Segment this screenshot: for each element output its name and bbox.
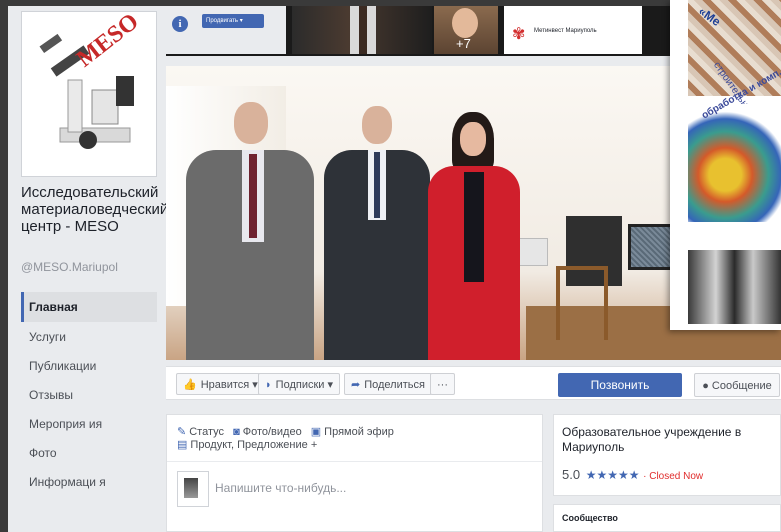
photo-label: Фото/видео: [242, 426, 302, 438]
tab-status[interactable]: ✎ Статус: [177, 425, 224, 438]
page-handle[interactable]: @MESO.Mariupol: [21, 260, 118, 274]
message-icon: ●: [702, 380, 712, 392]
live-label: Прямой эфир: [324, 426, 394, 438]
promote-button[interactable]: Продвигать ▾: [202, 14, 264, 28]
person-head: [234, 102, 268, 144]
info-icon[interactable]: i: [172, 16, 188, 32]
share-button[interactable]: ➦ Поделиться: [344, 373, 432, 395]
person-head: [460, 122, 486, 156]
product-icon: ▤: [177, 439, 188, 451]
message-label: Сообщение: [711, 380, 772, 392]
top-strip: i Продвигать ▾ +7 ✾ Метинвест Мариуполь: [166, 6, 676, 56]
photo-tie: [359, 6, 367, 54]
tab-product[interactable]: ▤ Продукт, Предложение +: [177, 438, 317, 451]
profile-picture[interactable]: MESO: [21, 8, 157, 177]
more-button[interactable]: ···: [430, 373, 455, 395]
like-label: Нравится ▾: [200, 379, 258, 391]
share-label: Поделиться: [364, 379, 425, 391]
person-head: [362, 106, 392, 144]
promote-box: i Продвигать ▾: [166, 6, 286, 54]
avatar-image: [184, 478, 198, 498]
page-category[interactable]: Образовательное учреждение в Мариуполь: [562, 425, 772, 455]
nav-item-publications[interactable]: Публикации: [21, 359, 157, 373]
open-status: · Closed Now: [643, 471, 704, 482]
follow-button[interactable]: ◗ Подписки ▾: [258, 373, 340, 395]
status-label: Статус: [189, 426, 224, 438]
video-icon: ▣: [310, 426, 322, 438]
person-tie: [249, 154, 257, 238]
facebook-page: MESO Исследовательский материаловедчески…: [8, 6, 781, 532]
star-icon: ★★★★★: [585, 468, 640, 482]
community-card: Сообщество: [553, 504, 781, 532]
about-card: Образовательное учреждение в Мариуполь 5…: [553, 414, 781, 496]
left-column: MESO Исследовательский материаловедчески…: [8, 6, 168, 532]
page-action-bar: 👍 Нравится ▾ ◗ Подписки ▾ ➦ Поделиться ··· …: [166, 366, 781, 400]
tab-live[interactable]: ▣ Прямой эфир: [311, 425, 394, 438]
camera-icon: ◙: [233, 426, 240, 438]
call-button[interactable]: Позвонить: [558, 373, 682, 397]
post-photo[interactable]: [292, 6, 432, 54]
share-icon: ➦: [351, 379, 361, 391]
person-left: [186, 102, 314, 360]
overlay-collage: «Ме строительные материалы обработка и к…: [670, 0, 781, 330]
person-middle: [324, 106, 430, 360]
like-button[interactable]: 👍 Нравится ▾: [176, 373, 265, 395]
nav-item-info[interactable]: Информаци я: [21, 475, 157, 489]
community-title[interactable]: Сообщество: [562, 513, 618, 523]
page-nav: Главная Услуги Публикации Отзывы Меропри…: [21, 292, 157, 504]
pencil-icon: ✎: [177, 426, 187, 438]
nav-item-events[interactable]: Мероприя ия: [21, 417, 157, 431]
tab-photo-video[interactable]: ◙ Фото/видео: [233, 426, 302, 438]
rating-value: 5.0: [562, 467, 581, 482]
follow-label: Подписки ▾: [275, 379, 333, 391]
chair: [556, 266, 608, 340]
rating-row[interactable]: 5.0 ★★★★★ · Closed Now: [562, 467, 703, 482]
product-label: Продукт, Предложение +: [190, 439, 318, 451]
collage-3d-plot: [688, 104, 781, 222]
friends-more-count: +7: [456, 36, 471, 51]
like-icon: 👍: [183, 379, 197, 391]
monitor-screen: [631, 227, 675, 267]
metinvest-logo-icon: ✾: [512, 26, 526, 43]
nav-item-home[interactable]: Главная: [21, 292, 157, 322]
suggested-page-name: Метинвест Мариуполь: [534, 28, 597, 34]
person-dress: [464, 172, 484, 282]
friend-face: [452, 8, 478, 38]
collage-group-photo: [688, 250, 781, 324]
rss-icon: ◗: [265, 379, 272, 391]
post-composer: ✎ Статус ◙ Фото/видео ▣ Прямой эфир ▤ Продук…: [166, 414, 543, 532]
person-right: [428, 112, 520, 360]
nav-item-reviews[interactable]: Отзывы: [21, 388, 157, 402]
friend-photo[interactable]: +7: [434, 6, 498, 54]
nav-item-photos[interactable]: Фото: [21, 446, 157, 460]
person-tie: [374, 152, 380, 218]
suggested-page-card[interactable]: ✾ Метинвест Мариуполь: [504, 6, 642, 54]
post-input[interactable]: Напишите что-нибудь...: [215, 481, 346, 495]
composer-tabs: ✎ Статус ◙ Фото/видео ▣ Прямой эфир ▤ Продук…: [177, 425, 537, 451]
composer-divider: [167, 461, 542, 462]
nav-item-services[interactable]: Услуги: [21, 330, 157, 344]
avatar: [177, 471, 209, 507]
message-button[interactable]: ● Сообщение: [694, 373, 780, 397]
page-title[interactable]: Исследовательский материаловедческий цен…: [21, 184, 168, 235]
